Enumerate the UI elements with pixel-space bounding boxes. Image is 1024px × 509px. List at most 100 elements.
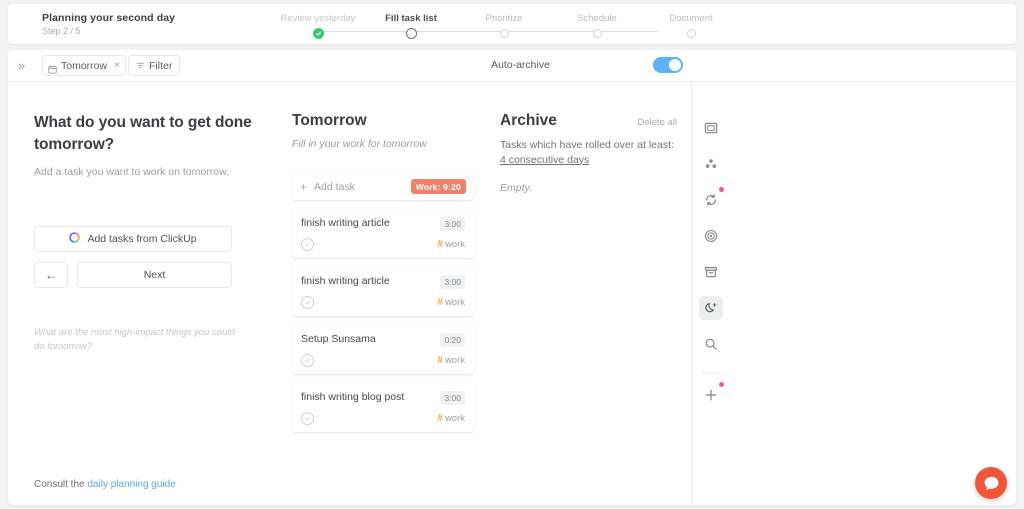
tomorrow-title: Tomorrow	[292, 112, 367, 129]
task-duration: 0:20	[440, 333, 465, 347]
calendar-day-icon[interactable]	[699, 116, 723, 140]
archive-column: Archive Delete all Tasks which have roll…	[486, 82, 691, 504]
task-footer: # work	[301, 238, 465, 251]
table-row[interactable]: finish writing article 3:00 # work	[292, 267, 474, 316]
wizard-step-label-1: Fill task list	[385, 13, 437, 24]
delete-all-button[interactable]: Delete all	[637, 117, 677, 128]
wizard-title-block: Planning your second day Step 2 / 5	[42, 12, 272, 36]
chat-bubble-glyph	[984, 476, 998, 490]
task-complete-checkbox[interactable]	[301, 354, 314, 367]
step-dot	[499, 29, 509, 38]
task-channel[interactable]: # work	[437, 297, 465, 308]
wizard-step-label-0: Review yesterday	[280, 13, 356, 24]
filter-button[interactable]: Filter	[128, 55, 181, 76]
search-icon[interactable]	[699, 332, 723, 356]
nav-buttons: ← Next	[34, 261, 258, 288]
wizard-step-label-2: Prioritize	[485, 13, 523, 24]
notification-dot	[719, 187, 724, 192]
toolbar: » Tomorrow × Filter Auto-archive	[8, 50, 1016, 82]
wizard-step-label: Step 2 / 5	[42, 26, 81, 36]
task-channel[interactable]: # work	[437, 355, 465, 366]
clickup-logo-icon	[69, 230, 81, 248]
hash-icon: #	[437, 413, 443, 424]
wizard-title: Planning your second day	[42, 12, 176, 24]
footer-help: Consult the daily planning guide	[34, 479, 176, 490]
task-header: finish writing blog post 3:00	[301, 391, 465, 405]
task-channel-label: work	[444, 297, 465, 308]
app-root: Planning your second day Step 2 / 5 Revi…	[0, 0, 1024, 509]
plus-icon[interactable]	[699, 382, 724, 407]
add-task-label: Add task	[314, 180, 355, 193]
page-subtitle: Add a task you want to work on tomorrow.	[34, 166, 229, 178]
team-icon[interactable]	[699, 152, 723, 176]
plus-icon: +	[300, 179, 308, 194]
task-complete-checkbox[interactable]	[301, 412, 314, 425]
planning-hint: What are the most high-impact things you…	[34, 326, 235, 353]
back-button[interactable]: ←	[34, 261, 68, 288]
main-window: » Tomorrow × Filter Auto-archive What do…	[8, 50, 1016, 505]
table-row[interactable]: finish writing blog post 3:00 # work	[292, 383, 474, 432]
task-footer: # work	[301, 296, 465, 309]
add-tasks-from-clickup-button[interactable]: Add tasks from ClickUp	[34, 225, 232, 252]
archive-header: Archive Delete all	[500, 112, 677, 130]
toggle-knob	[669, 59, 681, 71]
calendar-icon	[48, 61, 57, 74]
archive-threshold-link[interactable]: 4 consecutive days	[500, 154, 589, 166]
date-filter-chip[interactable]: Tomorrow ×	[42, 55, 126, 76]
next-button[interactable]: Next	[77, 261, 232, 288]
step-dot	[592, 29, 602, 38]
filter-icon	[136, 57, 145, 75]
task-complete-checkbox[interactable]	[301, 238, 314, 251]
check-icon	[312, 28, 324, 39]
task-duration: 3:00	[440, 275, 465, 289]
filter-label: Filter	[149, 59, 173, 72]
task-footer: # work	[301, 412, 465, 425]
wizard-steps: Review yesterday Fill task list Prioriti…	[272, 4, 976, 44]
task-header: finish writing article 3:00	[301, 275, 465, 289]
task-channel-label: work	[444, 239, 465, 250]
hash-icon: #	[437, 239, 443, 250]
archive-empty-state: Empty.	[500, 182, 532, 195]
add-task-button[interactable]: + Add task Work: 9:20	[292, 173, 474, 200]
table-row[interactable]: Setup Sunsama 0:20 # work	[292, 325, 474, 374]
task-complete-checkbox[interactable]	[301, 296, 314, 309]
footer-prefix: Consult the	[34, 479, 85, 490]
archive-box-icon[interactable]	[699, 260, 723, 284]
step-dot	[686, 29, 696, 38]
task-duration: 3:00	[440, 217, 465, 231]
wizard-step-document[interactable]: Document	[631, 4, 751, 38]
archive-description-text: Tasks which have rolled over at least:	[500, 139, 674, 151]
notification-dot	[719, 382, 724, 387]
auto-archive-toggle[interactable]	[653, 57, 683, 73]
task-channel-label: work	[444, 355, 465, 366]
page-title: What do you want to get done tomorrow?	[34, 114, 252, 153]
wizard-step-label-3: Schedule	[577, 13, 617, 24]
task-header: Setup Sunsama 0:20	[301, 333, 465, 347]
task-channel[interactable]: # work	[437, 413, 465, 424]
task-title: finish writing article	[301, 217, 390, 229]
hash-icon: #	[437, 355, 443, 366]
task-header: finish writing article 3:00	[301, 217, 465, 231]
clickup-button-label: Add tasks from ClickUp	[87, 232, 197, 245]
task-title: Setup Sunsama	[301, 333, 376, 345]
tomorrow-column: Tomorrow Fill in your work for tomorrow …	[284, 82, 484, 504]
work-total-badge: Work: 9:20	[410, 179, 466, 194]
columns-area: What do you want to get done tomorrow? A…	[8, 82, 1016, 504]
task-channel[interactable]: # work	[437, 239, 465, 250]
moon-sparkle-icon[interactable]	[699, 296, 723, 320]
close-icon[interactable]: ×	[114, 60, 120, 71]
chevron-double-right-icon[interactable]: »	[18, 58, 25, 73]
archive-title: Archive	[500, 112, 557, 129]
wizard-header: Planning your second day Step 2 / 5 Revi…	[8, 4, 1016, 44]
task-title: finish writing blog post	[301, 391, 405, 403]
daily-planning-guide-link[interactable]: daily planning guide	[87, 479, 175, 490]
hash-icon: #	[437, 297, 443, 308]
target-icon[interactable]	[699, 224, 723, 248]
chat-bubble-icon[interactable]	[975, 467, 1007, 499]
table-row[interactable]: finish writing article 3:00 # work	[292, 209, 474, 258]
task-duration: 3:00	[440, 391, 465, 405]
task-title: finish writing article	[301, 275, 390, 287]
sync-icon[interactable]	[699, 187, 724, 212]
rail-divider	[702, 372, 720, 373]
archive-description: Tasks which have rolled over at least: 4…	[500, 138, 677, 167]
